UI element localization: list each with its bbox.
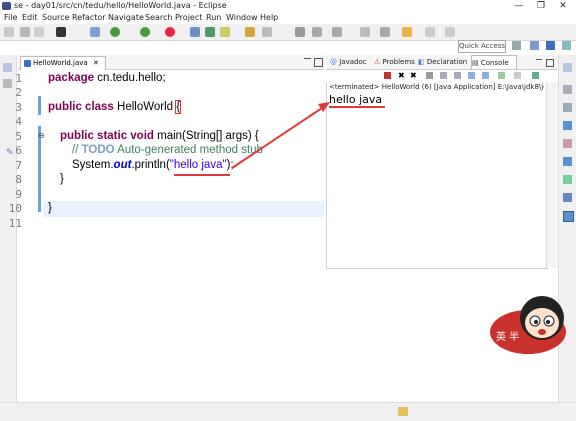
annotation-arrow bbox=[231, 102, 330, 169]
search-view-icon[interactable] bbox=[563, 193, 572, 202]
right-minimized-views bbox=[558, 55, 576, 420]
hierarchy-icon[interactable] bbox=[563, 121, 572, 130]
status-icon[interactable] bbox=[398, 407, 408, 416]
restore-icon[interactable] bbox=[563, 63, 572, 72]
mascot-text: 英 半 bbox=[496, 330, 519, 343]
console-view-icon[interactable] bbox=[563, 211, 574, 222]
outline-icon[interactable] bbox=[563, 85, 572, 94]
mascot-sticker: 英 半 bbox=[490, 296, 566, 354]
bookmarks-icon[interactable] bbox=[563, 139, 572, 148]
task-list-icon[interactable] bbox=[563, 103, 572, 112]
status-bar bbox=[0, 402, 576, 421]
navigator-icon[interactable] bbox=[563, 175, 572, 184]
progress-icon[interactable] bbox=[563, 157, 572, 166]
